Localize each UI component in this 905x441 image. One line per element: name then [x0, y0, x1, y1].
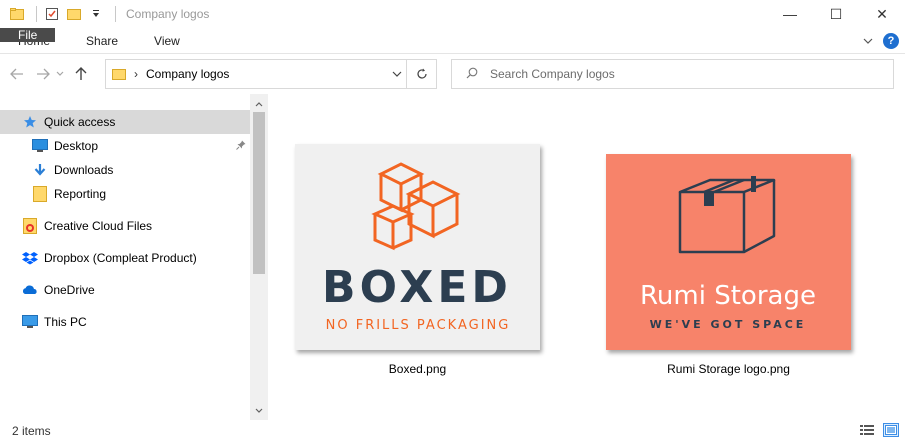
- creative-cloud-icon: [22, 218, 38, 234]
- ribbon-tabs: File Home Share View ?: [0, 28, 905, 54]
- tab-view[interactable]: View: [136, 28, 198, 53]
- file-item-rumi-storage[interactable]: Rumi Storage WE'VE GOT SPACE Rumi Storag…: [606, 154, 851, 376]
- nav-item-downloads[interactable]: Downloads: [0, 158, 250, 182]
- navigation-bar: › Company logos Search Company logos: [0, 54, 905, 94]
- view-switcher: [859, 423, 899, 437]
- search-placeholder: Search Company logos: [490, 67, 615, 81]
- nav-item-quick-access[interactable]: Quick access: [0, 110, 250, 134]
- scroll-thumb[interactable]: [253, 112, 265, 274]
- file-item-boxed[interactable]: BOXED NO FRILLS PACKAGING Boxed.png: [295, 144, 540, 376]
- nav-item-label: Reporting: [54, 187, 107, 201]
- nav-item-dropbox[interactable]: Dropbox (Compleat Product): [0, 246, 250, 270]
- back-button[interactable]: [6, 63, 28, 85]
- folder-icon: [112, 68, 126, 80]
- nav-item-label: Dropbox (Compleat Product): [44, 251, 197, 265]
- nav-tree: Quick access Desktop Downloads Reporting: [0, 110, 250, 334]
- window-title: Company logos: [126, 7, 210, 21]
- nav-item-label: Desktop: [54, 139, 99, 153]
- tape-mark: [704, 192, 714, 206]
- image-thumbnail: BOXED NO FRILLS PACKAGING: [295, 144, 540, 350]
- scroll-down-button[interactable]: [250, 402, 268, 418]
- folder-icon[interactable]: [8, 5, 26, 23]
- refresh-icon: [416, 68, 427, 79]
- nav-item-label: OneDrive: [44, 283, 95, 297]
- pin-icon[interactable]: [236, 140, 246, 153]
- nav-item-onedrive[interactable]: OneDrive: [0, 278, 250, 302]
- search-icon: [466, 67, 478, 82]
- large-icons-view-icon: [885, 425, 897, 435]
- desktop-icon: [32, 138, 48, 154]
- star-icon: [22, 114, 38, 130]
- chevron-down-icon: [56, 71, 64, 76]
- breadcrumb-company-logos[interactable]: Company logos: [146, 67, 229, 81]
- logo-tagline: WE'VE GOT SPACE: [650, 318, 807, 331]
- arrow-right-icon: [37, 68, 50, 80]
- item-count: 2 items: [12, 423, 51, 438]
- tape-mark: [751, 176, 756, 192]
- details-view-icon: [860, 425, 874, 435]
- onedrive-icon: [22, 282, 38, 298]
- refresh-button[interactable]: [406, 60, 436, 88]
- nav-scrollbar[interactable]: [250, 94, 268, 420]
- file-name: Rumi Storage logo.png: [667, 362, 790, 376]
- breadcrumb-separator: ›: [134, 67, 138, 81]
- nav-item-label: This PC: [44, 315, 87, 329]
- forward-button[interactable]: [32, 63, 54, 85]
- arrow-left-icon: [10, 68, 23, 80]
- nav-item-creative-cloud[interactable]: Creative Cloud Files: [0, 214, 250, 238]
- quick-access-toolbar: Company logos: [0, 0, 209, 28]
- download-icon: [32, 162, 48, 178]
- ribbon-right-controls: ?: [863, 28, 899, 54]
- help-button[interactable]: ?: [883, 33, 899, 49]
- recent-locations-button[interactable]: [54, 63, 66, 85]
- chevron-up-icon: [255, 101, 263, 106]
- logo-tagline: NO FRILLS PACKAGING: [326, 318, 511, 333]
- address-history-button[interactable]: [392, 60, 402, 88]
- nav-item-this-pc[interactable]: This PC: [0, 310, 250, 334]
- nav-item-label: Creative Cloud Files: [44, 219, 153, 233]
- navigation-pane: Quick access Desktop Downloads Reporting: [0, 94, 268, 420]
- status-bar: 2 items: [0, 420, 905, 441]
- image-thumbnail: Rumi Storage WE'VE GOT SPACE: [606, 154, 851, 350]
- pc-icon: [22, 314, 38, 330]
- nav-item-label: Quick access: [44, 115, 116, 129]
- arrow-up-icon: [75, 67, 87, 80]
- tab-share[interactable]: Share: [68, 28, 136, 53]
- toolbar-divider: [115, 6, 116, 22]
- chevron-down-icon: [255, 408, 263, 413]
- dropbox-icon: [22, 250, 38, 266]
- details-view-button[interactable]: [859, 423, 875, 437]
- title-bar: Company logos — ☐ ✕: [0, 0, 905, 28]
- nav-item-desktop[interactable]: Desktop: [0, 134, 250, 158]
- expand-ribbon-icon[interactable]: [863, 34, 873, 48]
- customize-toolbar-icon[interactable]: [87, 5, 105, 23]
- tab-file[interactable]: File: [0, 28, 56, 42]
- scroll-up-button[interactable]: [250, 96, 268, 112]
- chevron-down-icon: [392, 71, 402, 77]
- window-controls: — ☐ ✕: [767, 0, 905, 28]
- maximize-button[interactable]: ☐: [813, 0, 859, 28]
- toolbar-divider: [36, 6, 37, 22]
- logo-word: BOXED: [322, 262, 512, 313]
- properties-icon[interactable]: [43, 5, 61, 23]
- address-bar[interactable]: › Company logos: [105, 59, 437, 89]
- logo-word: Rumi Storage: [640, 281, 816, 311]
- nav-item-reporting[interactable]: Reporting: [0, 182, 250, 206]
- large-icons-view-button[interactable]: [883, 423, 899, 437]
- new-folder-icon[interactable]: [65, 5, 83, 23]
- file-name: Boxed.png: [388, 362, 447, 376]
- file-list: BOXED NO FRILLS PACKAGING Boxed.png Rumi…: [268, 94, 905, 420]
- up-button[interactable]: [70, 63, 92, 85]
- folder-icon: [32, 186, 48, 202]
- close-button[interactable]: ✕: [859, 0, 905, 28]
- nav-item-label: Downloads: [54, 163, 114, 177]
- minimize-button[interactable]: —: [767, 0, 813, 28]
- search-box[interactable]: Search Company logos: [451, 59, 894, 89]
